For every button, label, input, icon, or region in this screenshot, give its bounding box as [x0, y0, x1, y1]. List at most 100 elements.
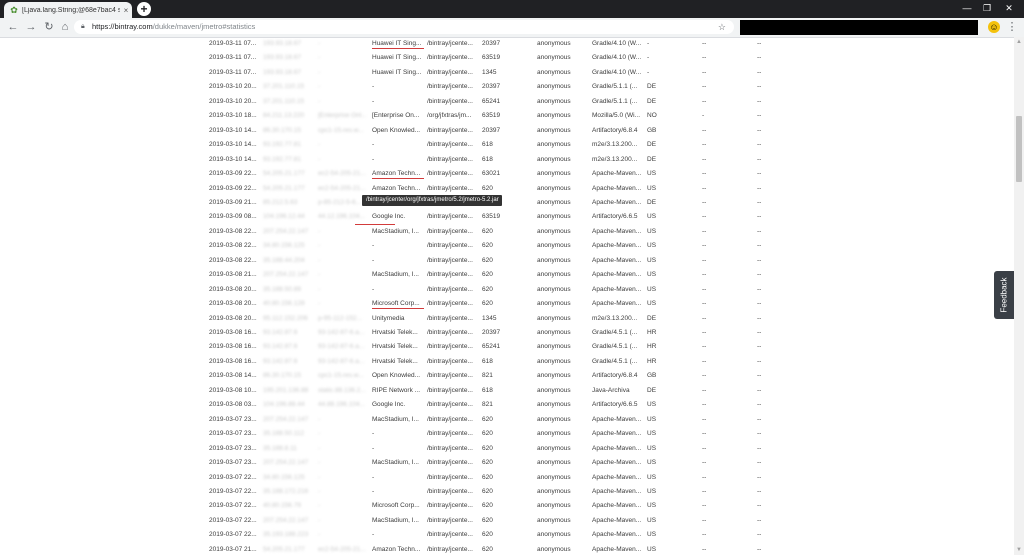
cell-path[interactable]: /bintray/jcente...: [427, 242, 477, 249]
address-bar[interactable]: 🔒︎ https://bintray.com/dukke/maven/jmetr…: [74, 20, 734, 34]
cell-path[interactable]: /bintray/jcente...: [427, 372, 477, 379]
cell-path[interactable]: /bintray/jcente...: [427, 387, 477, 394]
cell-host: -: [318, 415, 321, 423]
cell-port: 618: [482, 357, 493, 365]
cell-extra-1: --: [702, 213, 707, 221]
cell-path[interactable]: /bintray/jcente...: [427, 54, 477, 61]
cell-agent: Gradle/4.5.1 (...: [592, 343, 638, 351]
cell-agent: Apache-Maven...: [592, 415, 642, 423]
scroll-down-icon[interactable]: ▼: [1014, 546, 1024, 554]
cell-path[interactable]: /bintray/jcente...: [427, 69, 477, 76]
cell-extra-2: --: [757, 516, 762, 524]
cell-path[interactable]: /bintray/jcente...: [427, 83, 477, 90]
back-icon[interactable]: ←: [6, 20, 20, 34]
cell-extra-1: -: [702, 112, 705, 120]
cell-path[interactable]: /org/jfxtras/jm...: [427, 112, 477, 119]
cell-extra-1: --: [702, 271, 707, 279]
cell-path[interactable]: /bintray/jcente...: [427, 445, 477, 452]
cell-ip: 35.188.8.11: [263, 444, 297, 452]
cell-path[interactable]: /bintray/jcente...: [427, 156, 477, 163]
table-row: 2019-03-07 23... 207.254.22.147 - MacStadiu…: [0, 413, 1014, 427]
cell-path[interactable]: /bintray/jcente...: [427, 416, 477, 423]
cell-port: 20397: [482, 329, 501, 336]
cell-ip: 93.192.77.81: [263, 155, 301, 163]
cell-host: p-85-212-5-6...: [318, 198, 361, 206]
cell-agent: Artifactory/6.8.4: [592, 126, 638, 134]
table-row: 2019-03-11 07... 193.93.18.67 - Huawei IT S…: [0, 37, 1014, 51]
cell-host: -: [318, 155, 321, 163]
cell-path[interactable]: /bintray/jcente...: [427, 488, 477, 495]
browser-menu-icon[interactable]: ⋮: [1006, 20, 1018, 34]
cell-port: 620: [482, 444, 493, 452]
table-row: 2019-03-10 20... 37.201.110.15- -/bintray/…: [0, 80, 1014, 94]
cell-agent: Apache-Maven...: [592, 502, 642, 510]
cell-path[interactable]: /bintray/jcente...: [427, 141, 477, 148]
cell-path[interactable]: /bintray/jcente...: [427, 213, 477, 220]
extension-icon[interactable]: ☺: [988, 21, 1000, 33]
reload-icon[interactable]: ↻: [42, 20, 56, 34]
cell-path[interactable]: /bintray/jcente...: [427, 257, 477, 264]
cell-path[interactable]: /bintray/jcente...: [427, 546, 477, 553]
cell-org: -: [372, 531, 375, 539]
cell-ip: 104.196.88.44: [263, 401, 305, 409]
cell-path[interactable]: /bintray/jcente...: [427, 459, 477, 466]
forward-icon[interactable]: →: [24, 20, 38, 34]
bookmark-star-icon[interactable]: ☆: [718, 20, 726, 34]
cell-country: -: [647, 68, 650, 76]
cell-country: DE: [647, 386, 657, 394]
cell-agent: Gradle/4.10 (W...: [592, 68, 642, 76]
cell-path[interactable]: /bintray/jcente...: [427, 300, 477, 307]
cell-port: 620: [482, 271, 493, 279]
cell-path[interactable]: /bintray/jcente...: [427, 474, 477, 481]
cell-country: HR: [647, 357, 657, 365]
cell-country: US: [647, 285, 657, 293]
table-row: 2019-03-07 23... 207.254.22.147 - MacStadiu…: [0, 456, 1014, 470]
tab-close-icon[interactable]: ×: [120, 6, 132, 15]
cell-path[interactable]: /bintray/jcente...: [427, 329, 477, 336]
table-row: 2019-03-07 22... 40.80.156.79 - Microsoft C…: [0, 499, 1014, 513]
cell-org: Hrvatski Telek...: [372, 343, 418, 351]
redacted-area: [740, 20, 978, 35]
cell-path[interactable]: /bintray/jcente...: [427, 228, 477, 235]
cell-extra-1: --: [702, 516, 707, 524]
cell-path[interactable]: /bintray/jcente...: [427, 170, 477, 177]
bintray-favicon-icon: ✿: [10, 5, 18, 15]
scrollbar-thumb[interactable]: [1016, 116, 1022, 182]
cell-path[interactable]: /bintray/jcente...: [427, 271, 477, 278]
cell-org: MacStadium, I...: [372, 516, 419, 524]
cell-path[interactable]: /bintray/jcente...: [427, 127, 477, 134]
cell-date: 2019-03-08 22...: [209, 227, 257, 235]
home-icon[interactable]: ⌂: [58, 20, 72, 34]
window-close-icon[interactable]: ✕: [994, 0, 1024, 18]
cell-path[interactable]: /bintray/jcente...: [427, 358, 477, 365]
feedback-button[interactable]: Feedback: [994, 271, 1014, 319]
cell-path[interactable]: /bintray/jcente...: [427, 315, 477, 322]
scroll-up-icon[interactable]: ▲: [1014, 38, 1024, 46]
cell-user: anonymous: [537, 83, 571, 91]
browser-tab[interactable]: ✿ [Ljava.lang.String;@68e7bac4 st ×: [4, 2, 132, 18]
cell-path[interactable]: /bintray/jcente...: [427, 98, 477, 105]
annotation-underline: [355, 224, 395, 225]
cell-date: 2019-03-07 23...: [209, 459, 257, 467]
cell-user: anonymous: [537, 184, 571, 192]
cell-extra-2: --: [757, 459, 762, 467]
cell-agent: Apache-Maven...: [592, 487, 642, 495]
new-tab-button[interactable]: +: [137, 2, 151, 16]
cell-path[interactable]: /bintray/jcente...: [427, 343, 477, 350]
cell-country: US: [647, 271, 657, 279]
cell-path[interactable]: /bintray/jcente...: [427, 40, 477, 47]
cell-date: 2019-03-08 22...: [209, 242, 257, 250]
cell-country: US: [647, 242, 657, 250]
cell-path[interactable]: /bintray/jcente...: [427, 502, 477, 509]
cell-agent: Apache-Maven...: [592, 459, 642, 467]
cell-path[interactable]: /bintray/jcente...: [427, 531, 477, 538]
cell-path[interactable]: /bintray/jcente...: [427, 401, 477, 408]
cell-user: anonymous: [537, 502, 571, 510]
cell-path[interactable]: /bintray/jcente...: [427, 185, 477, 192]
cell-country: GB: [647, 372, 657, 380]
cell-path[interactable]: /bintray/jcente...: [427, 286, 477, 293]
cell-path[interactable]: /bintray/jcente...: [427, 517, 477, 524]
cell-path[interactable]: /bintray/jcente...: [427, 430, 477, 437]
cell-agent: Apache-Maven...: [592, 184, 642, 192]
scrollbar[interactable]: [1014, 37, 1024, 555]
